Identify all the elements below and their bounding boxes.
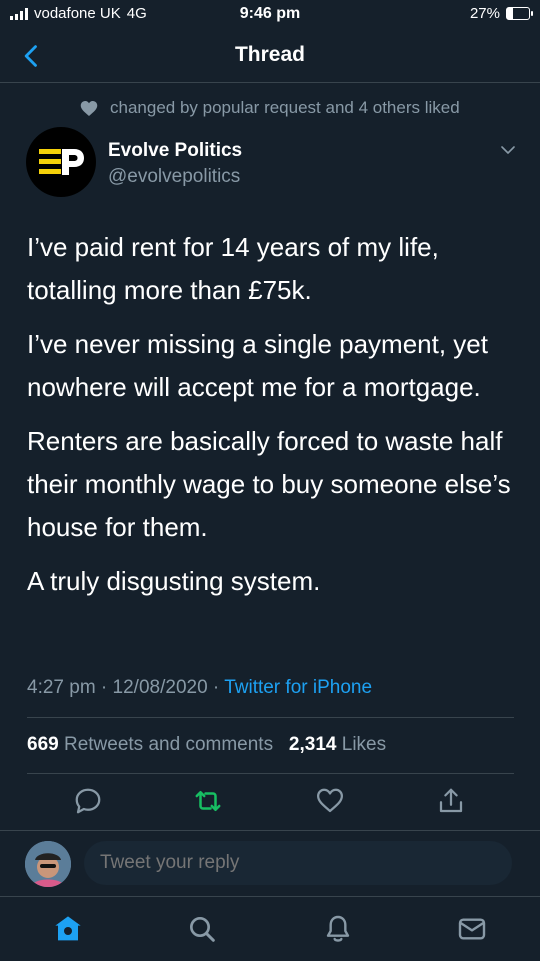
reply-bar [0,830,540,897]
messages-icon[interactable] [456,913,488,945]
author-name[interactable]: Evolve Politics [108,140,242,162]
social-context[interactable]: changed by popular request and 4 others … [80,98,460,118]
search-icon[interactable] [186,913,218,945]
notifications-icon[interactable] [322,913,354,945]
tweet-paragraph: Renters are basically forced to waste ha… [27,426,511,542]
tab-bar [0,896,540,961]
tweet-paragraph: A truly disgusting system. [27,566,321,596]
like-icon[interactable] [315,786,345,816]
page-title: Thread [234,43,305,66]
tweet-source-link[interactable]: Twitter for iPhone [224,677,372,698]
battery-percent: 27% [469,5,500,22]
avatar-image [25,841,71,887]
battery-icon [506,7,533,20]
tweet-text: I’ve paid rent for 14 years of my life, … [27,226,517,603]
retweet-icon[interactable] [193,786,223,816]
author-avatar[interactable] [26,127,96,197]
author-handle[interactable]: @evolvepolitics [108,166,240,188]
user-avatar[interactable] [25,841,71,887]
tweet-paragraph: I’ve never missing a single payment, yet… [27,329,488,402]
tweet-actions [0,786,540,820]
tweet-time: 4:27 pm [27,677,96,698]
heart-icon [80,100,98,116]
likes-count: 2,314 [288,734,337,755]
tweet-paragraph: I’ve paid rent for 14 years of my life, … [27,232,439,305]
evolve-politics-logo [39,149,84,175]
home-icon[interactable] [52,913,84,945]
status-right: 27% [469,5,533,22]
retweets-label: Retweets and comments [63,734,274,755]
liked-text: changed by popular request and 4 others … [110,98,460,117]
divider [27,773,514,774]
reply-icon[interactable] [73,786,103,816]
status-time: 9:46 pm [239,5,301,22]
tweet-date: 12/08/2020 [112,677,208,698]
chevron-down-icon[interactable] [498,140,518,160]
retweets-stat[interactable]: 669 Retweets and comments [27,734,273,755]
share-icon[interactable] [436,786,466,816]
divider [27,717,514,718]
tweet-meta: 4:27 pm · 12/08/2020 · Twitter for iPhon… [27,677,373,698]
battery-fill [507,8,513,19]
retweets-count: 669 [27,734,59,755]
likes-stat[interactable]: 2,314 Likes [289,734,386,755]
tweet-stats: 669 Retweets and comments 2,314 Likes [27,734,386,756]
likes-label: Likes [341,734,387,755]
nav-bar: Thread [0,30,540,83]
reply-input[interactable] [84,841,512,885]
status-bar: vodafone UK 4G 9:46 pm 27% [0,0,540,30]
